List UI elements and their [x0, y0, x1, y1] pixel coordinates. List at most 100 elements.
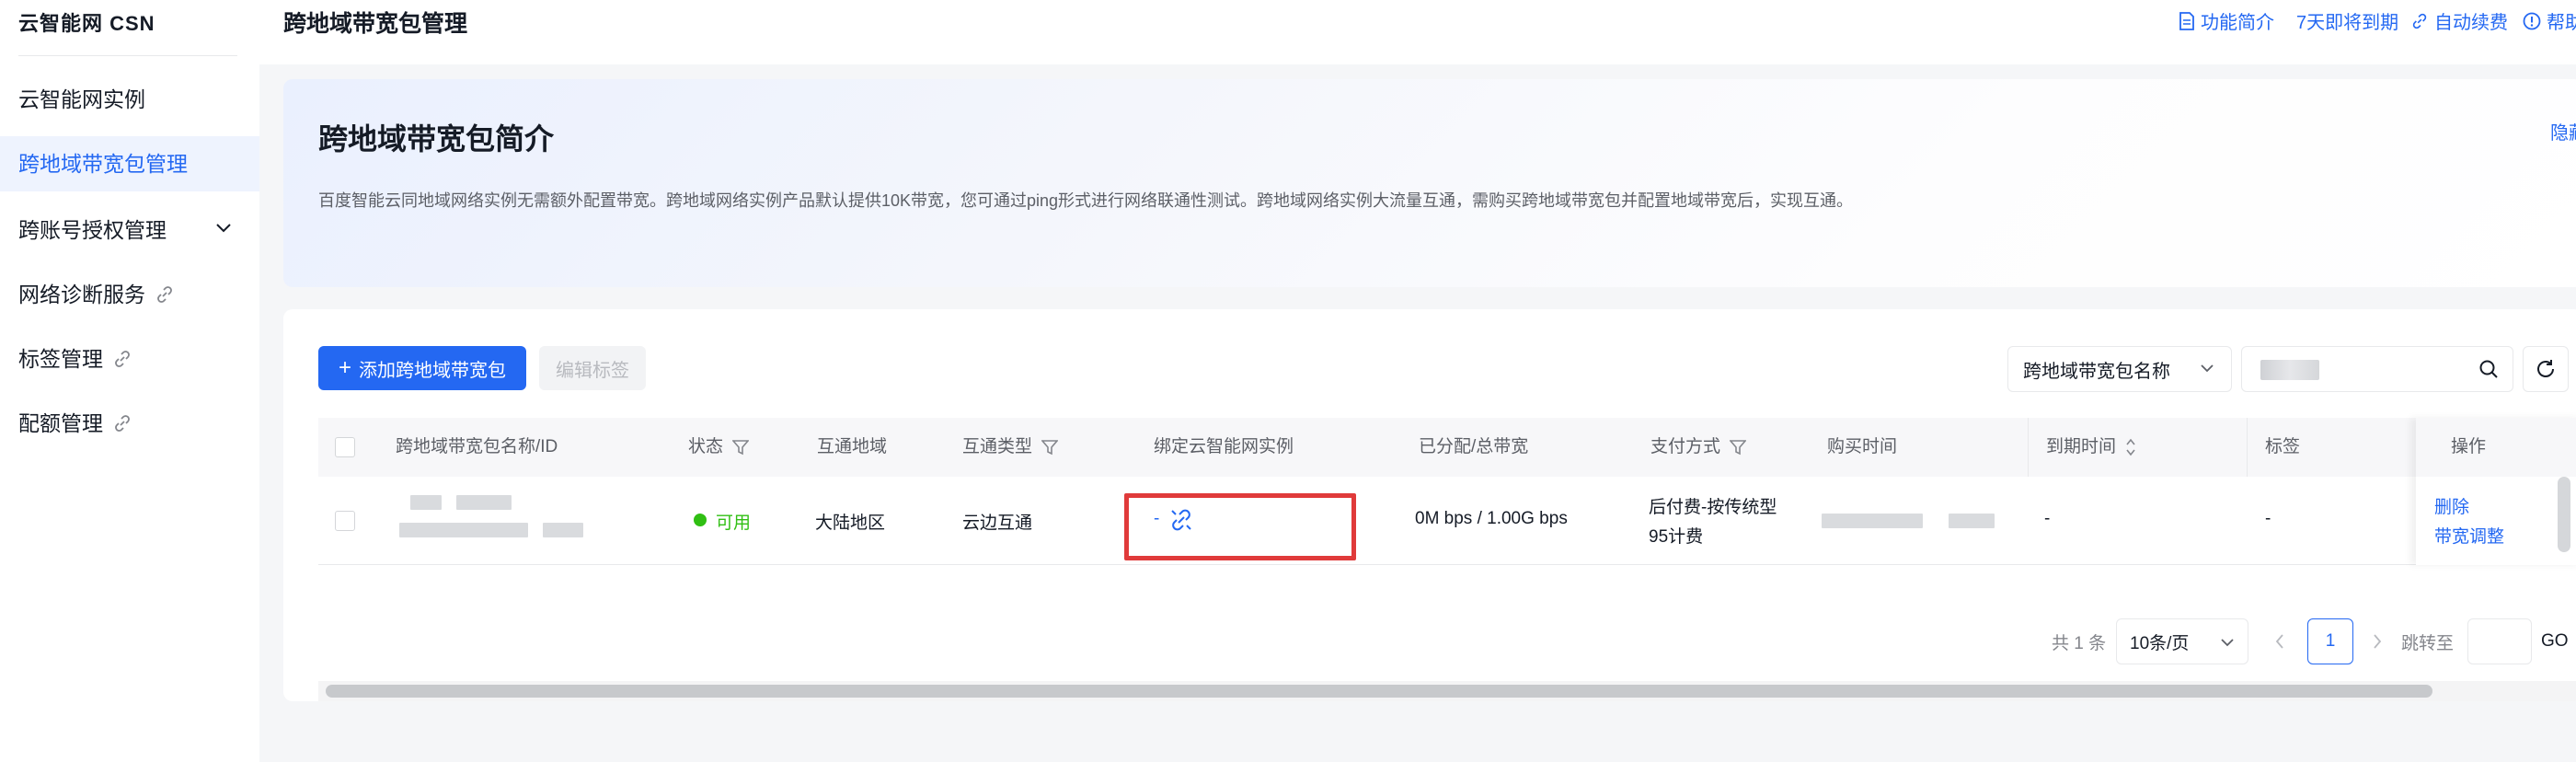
table-header: 跨地域带宽包名称/ID 状态 互通地域 互通类型 绑定云智能网实例 已分配/总带… — [318, 418, 2576, 477]
total-count: 共 1 条 — [2052, 633, 2107, 653]
intro-card: 跨地域带宽包简介 百度智能云同地域网络实例无需额外配置带宽。跨地域网络实例产品默… — [283, 79, 2576, 287]
next-page-button[interactable] — [2372, 618, 2383, 664]
actions-column: 操作 删除 带宽调整 — [2416, 418, 2576, 565]
divider — [18, 55, 237, 56]
help-label: 帮助 — [2547, 13, 2576, 33]
sidebar-item-quota[interactable]: 配额管理 — [0, 396, 259, 451]
search-field-select[interactable]: 跨地域带宽包名称 — [2007, 346, 2232, 392]
add-button-label: 添加跨地域带宽包 — [359, 360, 506, 381]
page-size-select[interactable]: 10条/页 — [2116, 618, 2248, 664]
bandwidth-package-table: 跨地域带宽包名称/ID 状态 互通地域 互通类型 绑定云智能网实例 已分配/总带… — [318, 418, 2576, 701]
column-header-payment: 支付方式 — [1650, 418, 1747, 477]
refresh-icon — [2537, 360, 2554, 377]
column-header-bandwidth: 已分配/总带宽 — [1419, 418, 1528, 477]
column-header-name: 跨地域带宽包名称/ID — [396, 418, 558, 477]
sidebar-item-label: 跨账号授权管理 — [18, 218, 167, 242]
link-icon — [115, 415, 130, 432]
status-text: 可用 — [716, 514, 752, 533]
column-header-expire-time: 到期时间 — [2046, 418, 2136, 477]
sidebar-item-bandwidth-packages[interactable]: 跨地域带宽包管理 — [0, 136, 259, 191]
sidebar-item-csn-instances[interactable]: 云智能网实例 — [0, 72, 259, 127]
feature-intro-link[interactable]: 功能简介 — [2179, 7, 2274, 34]
expiring-link[interactable]: 7天即将到期 — [2296, 7, 2398, 34]
hide-intro-link[interactable]: 隐藏 — [2550, 118, 2576, 144]
filter-icon[interactable] — [1730, 439, 1747, 456]
horizontal-scrollbar[interactable] — [326, 685, 2432, 698]
help-link[interactable]: 帮助 — [2523, 7, 2576, 34]
chevron-down-icon — [216, 224, 231, 233]
intro-description: 百度智能云同地域网络实例无需额外配置带宽。跨地域网络实例产品默认提供10K带宽，… — [318, 191, 1854, 210]
column-header-label: 绑定云智能网实例 — [1154, 437, 1294, 456]
edit-tags-button[interactable]: 编辑标签 — [539, 346, 646, 390]
delete-link[interactable]: 删除 — [2434, 493, 2469, 518]
sidebar-item-label: 标签管理 — [18, 347, 103, 371]
sidebar-item-tags[interactable]: 标签管理 — [0, 331, 259, 387]
link-icon — [2412, 13, 2427, 29]
search-icon[interactable] — [2478, 358, 2500, 380]
add-bandwidth-package-button[interactable]: + 添加跨地域带宽包 — [318, 346, 526, 390]
column-header-label: 已分配/总带宽 — [1419, 437, 1529, 456]
intro-title: 跨地域带宽包简介 — [318, 122, 555, 156]
select-all-checkbox[interactable] — [335, 437, 355, 457]
link-icon — [115, 351, 130, 367]
go-button[interactable]: GO — [2541, 618, 2569, 664]
column-header-status: 状态 — [688, 418, 750, 477]
chevron-left-icon — [2275, 634, 2283, 649]
column-header-purchase-time: 购买时间 — [1827, 418, 1897, 477]
highlight-box — [1124, 493, 1356, 560]
column-header-region: 互通地域 — [817, 418, 887, 477]
page-number-current[interactable]: 1 — [2307, 618, 2353, 664]
sidebar-item-label: 云智能网实例 — [18, 87, 145, 111]
table-row: 可用 大陆地区 云边互通 - 0M bps / 1.00G bps 后付费-按传… — [318, 477, 2576, 565]
column-header-label: 支付方式 — [1650, 437, 1721, 456]
brand-title: 云智能网 CSN — [18, 12, 155, 35]
pagination: 共 1 条 10条/页 1 跳转至 GO — [283, 618, 2576, 670]
link-icon — [157, 286, 172, 303]
type-cell: 云边互通 — [962, 514, 1033, 533]
sort-icon[interactable] — [2125, 437, 2136, 457]
column-header-type: 互通类型 — [962, 418, 1059, 477]
sidebar-item-diagnosis[interactable]: 网络诊断服务 — [0, 267, 259, 322]
payment-cell-line1: 后付费-按传统型 — [1649, 498, 1777, 517]
jump-label: 跳转至 — [2401, 633, 2455, 653]
vertical-scrollbar[interactable] — [2558, 477, 2570, 552]
chevron-down-icon — [2201, 364, 2214, 373]
page-title: 跨地域带宽包管理 — [283, 11, 468, 37]
region-cell: 大陆地区 — [815, 514, 886, 533]
column-divider — [2247, 418, 2248, 477]
payment-cell-line2: 95计费 — [1649, 527, 1704, 547]
adjust-bandwidth-link[interactable]: 带宽调整 — [2434, 523, 2504, 548]
actions-header: 操作 — [2416, 418, 2576, 477]
sidebar-item-label: 跨地域带宽包管理 — [18, 152, 188, 176]
column-header-label: 互通类型 — [962, 437, 1033, 456]
row-checkbox[interactable] — [335, 511, 355, 531]
column-header-tags: 标签 — [2265, 418, 2300, 477]
column-header-label: 标签 — [2265, 437, 2301, 456]
search-input[interactable] — [2241, 346, 2513, 392]
search-input-value — [2260, 360, 2319, 380]
autorenew-label: 自动续费 — [2434, 13, 2508, 33]
table-panel: + 添加跨地域带宽包 编辑标签 跨地域带宽包名称 跨地域带宽包名称/ID 状态 … — [283, 309, 2576, 701]
refresh-button[interactable] — [2523, 346, 2569, 392]
expire-cell: - — [2044, 509, 2051, 528]
sidebar-item-label: 配额管理 — [18, 411, 103, 435]
column-header-actions: 操作 — [2451, 418, 2486, 477]
feature-intro-label: 功能简介 — [2201, 13, 2274, 33]
prev-page-button[interactable] — [2274, 618, 2285, 664]
column-header-label: 状态 — [688, 437, 724, 456]
jump-page-input[interactable] — [2467, 618, 2532, 664]
autorenew-link[interactable]: 自动续费 — [2410, 7, 2508, 34]
column-header-label: 操作 — [2451, 437, 2487, 456]
sidebar-item-cross-account[interactable]: 跨账号授权管理 — [0, 202, 259, 258]
sidebar-item-label: 网络诊断服务 — [18, 283, 145, 306]
chevron-right-icon — [2374, 634, 2382, 649]
bandwidth-cell: 0M bps / 1.00G bps — [1415, 509, 1568, 528]
filter-icon[interactable] — [732, 439, 750, 456]
page-size-value: 10条/页 — [2130, 633, 2190, 653]
search-field-value: 跨地域带宽包名称 — [2023, 361, 2170, 382]
filter-icon[interactable] — [1041, 439, 1059, 456]
plus-icon: + — [338, 355, 351, 380]
column-header-bound-instance: 绑定云智能网实例 — [1154, 418, 1294, 477]
status-dot — [694, 514, 707, 526]
info-icon — [2523, 12, 2541, 29]
